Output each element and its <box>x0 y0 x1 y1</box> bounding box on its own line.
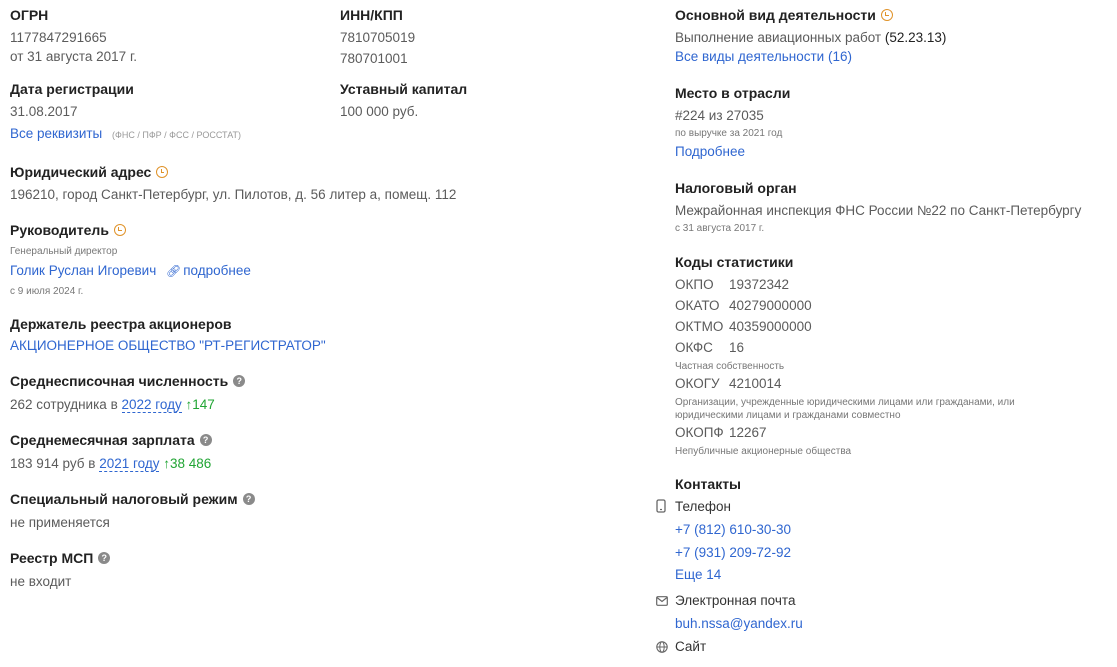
question-icon[interactable]: ? <box>233 375 246 388</box>
headcount-prefix: 262 сотрудника в <box>10 397 118 412</box>
industry-rank-title: Место в отрасли <box>675 85 791 101</box>
mail-icon <box>656 595 668 609</box>
oktmo-row: ОКТМО 40359000000 <box>675 318 812 336</box>
globe-icon <box>656 641 668 656</box>
okpo-label: ОКПО <box>675 277 714 292</box>
okato-label: ОКАТО <box>675 298 720 313</box>
headcount-row: 262 сотрудника в 2022 году ↑147 <box>10 396 215 414</box>
email-link[interactable]: buh.nssa@yandex.ru <box>675 615 803 633</box>
activity-title: Основной вид деятельности <box>675 7 876 23</box>
salary-delta: ↑38 486 <box>163 456 212 471</box>
okfs-note: Частная собственность <box>675 361 785 372</box>
question-icon[interactable]: ? <box>199 434 212 447</box>
okogu-row: ОКОГУ 4210014 <box>675 375 782 393</box>
industry-rank-value: #224 из 27035 <box>675 108 764 123</box>
stat-codes-title: Коды статистики <box>675 254 794 270</box>
tax-regime-section: Специальный налоговый режим? <box>10 490 255 508</box>
director-more-link[interactable]: подробнее <box>183 263 251 278</box>
okfs-row: ОКФС 16 <box>675 339 744 357</box>
okopf-label: ОКОПФ <box>675 425 724 440</box>
oktmo-label: ОКТМО <box>675 319 724 334</box>
director-row: Голик Руслан Игоревич 🔗︎ подробнее <box>10 262 251 280</box>
requisites-row: Все реквизиты (ФНС / ПФР / ФСС / РОССТАТ… <box>10 125 241 143</box>
registry-holder-link[interactable]: АКЦИОНЕРНОЕ ОБЩЕСТВО "РТ-РЕГИСТРАТОР" <box>10 337 326 355</box>
okopf-note: Непубличные акционерные общества <box>675 446 852 457</box>
salary-section: Среднемесячная зарплата? <box>10 431 212 449</box>
okogu-note: Организации, учрежденные юридическими ли… <box>675 397 1015 421</box>
more-phones-link[interactable]: Еще 14 <box>675 566 721 584</box>
activity-section: Основной вид деятельности <box>675 6 893 24</box>
ogrn-value: 1177847291665 <box>10 30 107 45</box>
address-section: Юридический адрес <box>10 163 169 181</box>
clock-icon[interactable] <box>113 224 126 237</box>
capital-title: Уставный капитал <box>340 81 468 97</box>
clock-icon[interactable] <box>880 9 893 22</box>
salary-prefix: 183 914 руб в <box>10 456 96 471</box>
director-since: с 9 июля 2024 г. <box>10 286 84 297</box>
headcount-title: Среднесписочная численность <box>10 373 229 389</box>
headcount-year-link[interactable]: 2022 году <box>121 397 182 413</box>
phone-icon <box>656 499 666 516</box>
salary-row: 183 914 руб в 2021 году ↑38 486 <box>10 455 211 473</box>
activity-row: Выполнение авиационных работ (52.23.13) <box>675 29 946 47</box>
okfs-value: 16 <box>729 340 745 355</box>
okogu-value: 4210014 <box>729 376 782 391</box>
tax-regime-value: не применяется <box>10 515 110 530</box>
link-icon: 🔗︎ <box>166 264 182 278</box>
okato-row: ОКАТО 40279000000 <box>675 297 812 315</box>
okopf-row: ОКОПФ 12267 <box>675 424 767 442</box>
tax-authority-title: Налоговый орган <box>675 180 797 196</box>
phone-label: Телефон <box>675 499 732 514</box>
registration-date: 31.08.2017 <box>10 104 78 119</box>
activity-code: (52.23.13) <box>884 30 947 45</box>
industry-rank-note: по выручке за 2021 год <box>675 128 783 139</box>
msp-value: не входит <box>10 574 72 589</box>
ogrn-title: ОГРН <box>10 7 49 23</box>
director-section: Руководитель <box>10 221 126 239</box>
tax-regime-title: Специальный налоговый режим <box>10 491 238 507</box>
salary-title: Среднемесячная зарплата <box>10 432 195 448</box>
industry-more-link[interactable]: Подробнее <box>675 143 745 161</box>
phone-link-2[interactable]: +7 (931) 209-72-92 <box>675 544 791 562</box>
contacts-title: Контакты <box>675 476 742 492</box>
registry-holder-title: Держатель реестра акционеров <box>10 316 232 332</box>
capital-value: 100 000 руб. <box>340 104 419 119</box>
okato-value: 40279000000 <box>729 298 812 313</box>
oktmo-value: 40359000000 <box>729 319 812 334</box>
registration-title: Дата регистрации <box>10 81 134 97</box>
site-label: Сайт <box>675 639 707 654</box>
ogrn-date: от 31 августа 2017 г. <box>10 49 137 64</box>
phone-link-1[interactable]: +7 (812) 610-30-30 <box>675 521 791 539</box>
msp-section: Реестр МСП? <box>10 549 111 567</box>
inn-kpp-title: ИНН/КПП <box>340 7 403 23</box>
activity-value: Выполнение авиационных работ <box>675 30 882 45</box>
okogu-label: ОКОГУ <box>675 376 720 391</box>
tax-authority-since: с 31 августа 2017 г. <box>675 223 765 234</box>
clock-icon[interactable] <box>156 166 169 179</box>
address-title: Юридический адрес <box>10 164 152 180</box>
salary-year-link[interactable]: 2021 году <box>99 456 160 472</box>
inn-value: 7810705019 <box>340 30 416 45</box>
kpp-value: 780701001 <box>340 51 408 66</box>
okpo-value: 19372342 <box>729 277 790 292</box>
director-title: Руководитель <box>10 222 109 238</box>
requisites-sources: (ФНС / ПФР / ФСС / РОССТАТ) <box>112 130 242 140</box>
all-activities-link[interactable]: Все виды деятельности (16) <box>675 48 852 66</box>
okfs-label: ОКФС <box>675 340 713 355</box>
tax-authority-value: Межрайонная инспекция ФНС России №22 по … <box>675 203 1082 218</box>
msp-title: Реестр МСП <box>10 550 94 566</box>
okpo-row: ОКПО 19372342 <box>675 276 789 294</box>
email-label: Электронная почта <box>675 593 796 608</box>
question-icon[interactable]: ? <box>98 552 111 565</box>
headcount-delta: ↑147 <box>185 397 215 412</box>
headcount-section: Среднесписочная численность? <box>10 372 246 390</box>
all-requisites-link[interactable]: Все реквизиты <box>10 126 102 141</box>
address-value: 196210, город Санкт-Петербург, ул. Пилот… <box>10 187 457 202</box>
question-icon[interactable]: ? <box>242 493 255 506</box>
director-name-link[interactable]: Голик Руслан Игоревич <box>10 263 156 278</box>
okopf-value: 12267 <box>729 425 767 440</box>
director-position: Генеральный директор <box>10 246 118 257</box>
